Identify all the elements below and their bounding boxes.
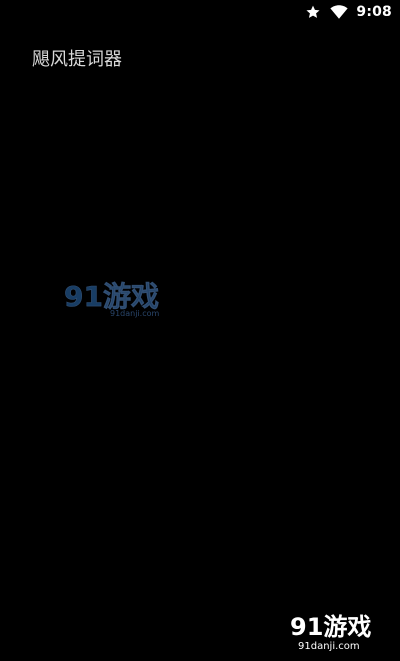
watermark-center-subtext: 91danji.com	[110, 309, 160, 318]
app-title: 飓风提词器	[32, 49, 122, 70]
watermark-logo-center: 91游戏 91danji.com	[62, 276, 172, 320]
watermark-logo-bottom-right: 91游戏 91danji.com	[286, 609, 386, 653]
status-bar: 9:08	[0, 0, 400, 24]
wifi-icon	[330, 3, 348, 21]
star-icon	[304, 3, 322, 21]
watermark-br-logo: 91游戏	[290, 613, 371, 641]
watermark-br-subtext: 91danji.com	[298, 641, 360, 652]
status-time: 9:08	[356, 4, 392, 20]
